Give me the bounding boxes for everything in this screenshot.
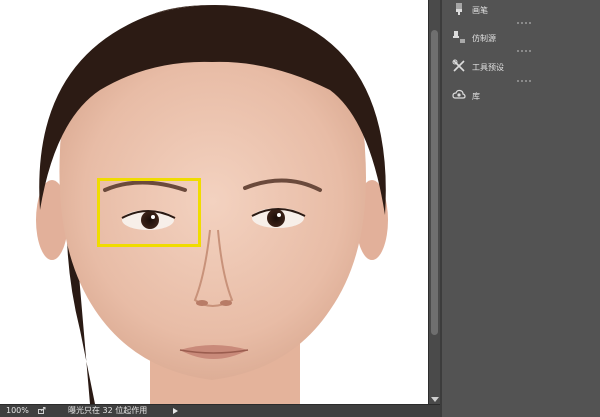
- panel-libraries-label: 库: [472, 92, 480, 101]
- status-bar: 100% 曝光只在 32 位起作用: [0, 404, 440, 417]
- libraries-icon: [452, 89, 466, 99]
- status-message: 曝光只在 32 位起作用: [68, 406, 148, 415]
- panel-libraries[interactable]: 库: [442, 86, 600, 106]
- export-icon[interactable]: [38, 407, 46, 414]
- panel-tool-presets[interactable]: 工具预设: [442, 57, 600, 77]
- brush-icon: [456, 3, 462, 15]
- collapsed-panel-dock: 画笔 仿制源 工具预设 库: [440, 0, 600, 417]
- zoom-level[interactable]: 100%: [6, 405, 29, 417]
- clone-source-icon: [453, 31, 465, 43]
- scroll-down-arrow-icon[interactable]: [431, 397, 439, 402]
- vertical-scrollbar[interactable]: [428, 0, 440, 404]
- panel-clone-source[interactable]: 仿制源: [442, 28, 600, 48]
- panel-grip[interactable]: [517, 22, 531, 26]
- scrollbar-thumb[interactable]: [431, 30, 438, 335]
- panel-grip[interactable]: [517, 80, 531, 84]
- portrait-photo: [0, 0, 428, 404]
- panel-tool-presets-label: 工具预设: [472, 63, 504, 72]
- panel-grip[interactable]: [517, 50, 531, 54]
- document-canvas[interactable]: [0, 0, 428, 404]
- panel-clone-source-label: 仿制源: [472, 34, 496, 43]
- panel-brush-label: 画笔: [472, 6, 488, 15]
- status-menu-arrow-icon[interactable]: [173, 408, 178, 414]
- marquee-selection[interactable]: [97, 178, 201, 247]
- panel-brush[interactable]: 画笔: [442, 0, 600, 20]
- tool-presets-icon: [452, 59, 465, 72]
